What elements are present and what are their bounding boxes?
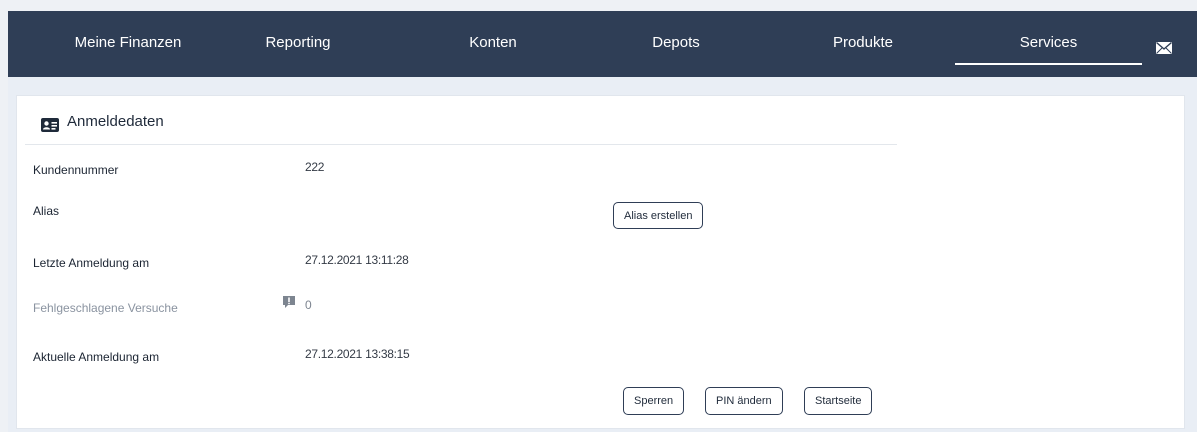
warning-icon[interactable] [282, 295, 296, 309]
fehlgeschlagene-versuche-value: 0 [305, 298, 312, 312]
startseite-button[interactable]: Startseite [804, 387, 873, 415]
main-navigation: Meine Finanzen Reporting Konten Depots P… [8, 11, 1197, 77]
pin-aendern-button[interactable]: PIN ändern [705, 387, 783, 415]
sperren-button[interactable]: Sperren [623, 387, 685, 415]
aktuelle-anmeldung-value: 27.12.2021 13:38:15 [305, 347, 410, 361]
nav-item-services[interactable]: Services [955, 11, 1142, 77]
nav-item-produkte[interactable]: Produkte [813, 11, 913, 77]
nav-item-meine-finanzen[interactable]: Meine Finanzen [58, 11, 198, 77]
alias-label: Alias [33, 204, 60, 218]
nav-item-konten[interactable]: Konten [448, 11, 538, 77]
nav-item-reporting[interactable]: Reporting [243, 11, 353, 77]
card-title: Anmeldedaten [67, 113, 164, 130]
kundennummer-value: 222 [305, 160, 325, 174]
anmeldedaten-card: Anmeldedaten Kundennummer 222 Alias Alia… [16, 95, 1185, 429]
kundennummer-label: Kundennummer [33, 163, 119, 177]
alias-erstellen-button[interactable]: Alias erstellen [613, 202, 704, 229]
id-card-icon [41, 118, 59, 132]
nav-item-depots[interactable]: Depots [631, 11, 721, 77]
envelope-icon[interactable] [1156, 41, 1172, 54]
fehlgeschlagene-versuche-label: Fehlgeschlagene Versuche [33, 301, 178, 315]
letzte-anmeldung-value: 27.12.2021 13:11:28 [305, 253, 409, 267]
aktuelle-anmeldung-label: Aktuelle Anmeldung am [33, 350, 160, 364]
card-header: Anmeldedaten [25, 96, 897, 145]
letzte-anmeldung-label: Letzte Anmeldung am [33, 256, 150, 270]
